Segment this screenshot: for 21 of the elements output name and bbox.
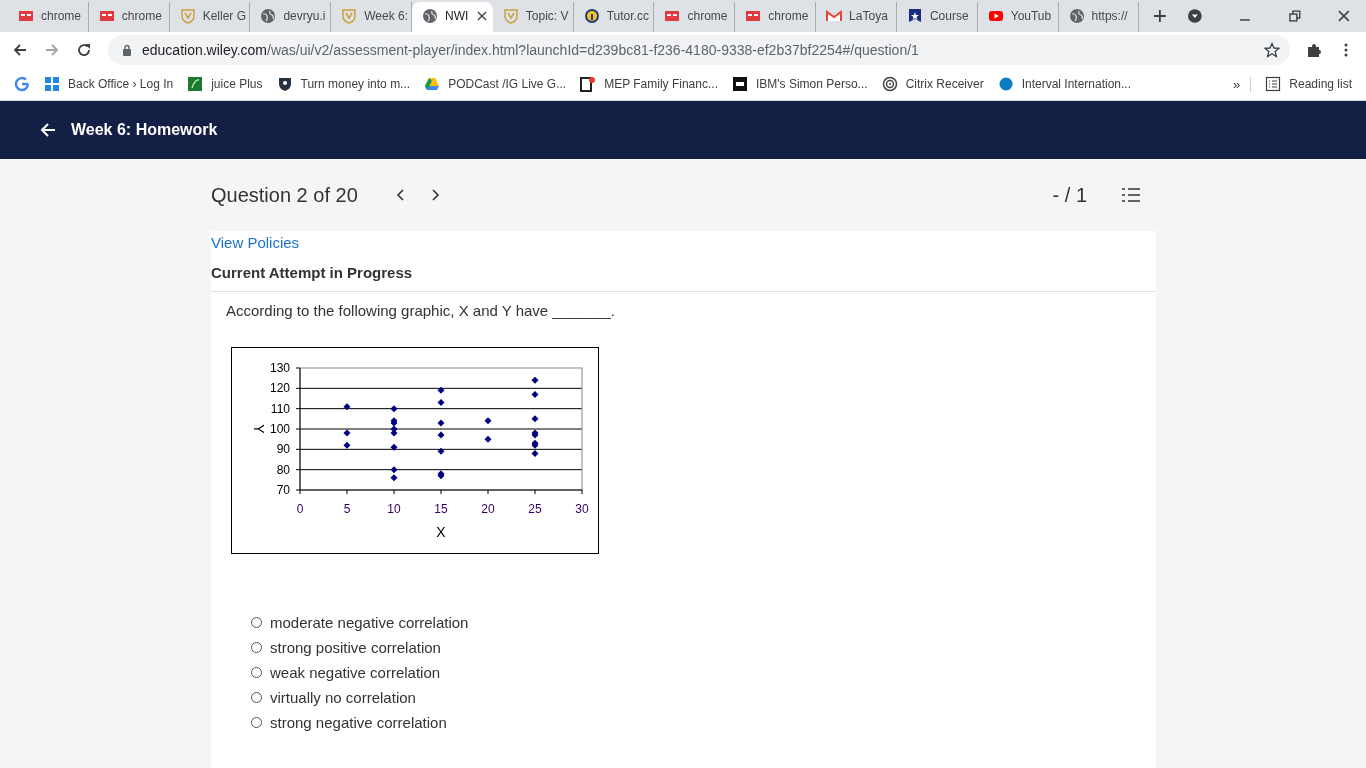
- y-axis-label: Y: [251, 424, 267, 434]
- y-tick-label: 100: [269, 422, 290, 436]
- y-tick-label: 130: [269, 361, 290, 375]
- y-tick-label: 80: [276, 462, 290, 477]
- score: - / 1: [1052, 183, 1087, 207]
- question-counter: Question 2 of 20: [211, 183, 358, 207]
- x-tick-label: 30: [575, 502, 589, 516]
- y-tick-label: 70: [276, 483, 290, 497]
- x-tick-label: 15: [434, 502, 448, 516]
- question-text: According to the following graphic, X and Y have _______.: [226, 302, 616, 319]
- x-tick-label: 5: [343, 502, 351, 516]
- x-tick-label: 10: [387, 502, 401, 516]
- x-axis-label: X: [436, 524, 446, 540]
- x-tick-label: 20: [481, 502, 495, 516]
- x-tick-label: 25: [528, 502, 542, 516]
- y-tick-label: 120: [269, 381, 290, 396]
- page-title: Week 6: Homework: [71, 121, 218, 139]
- attempt-status: Current Attempt in Progress: [211, 264, 1156, 292]
- y-tick-label: 90: [276, 442, 290, 457]
- x-tick-label: 0: [296, 502, 304, 516]
- y-tick-label: 110: [270, 401, 290, 416]
